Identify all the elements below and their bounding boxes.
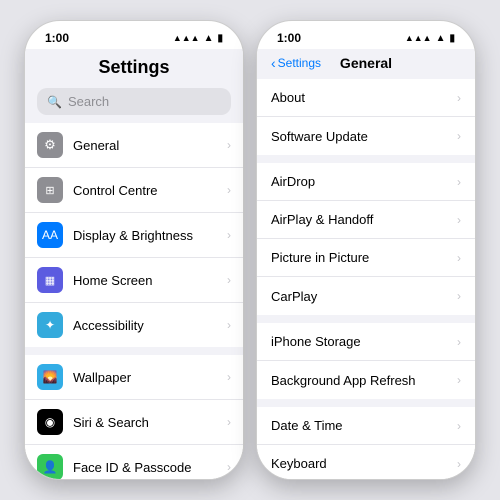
control-icon: ⊞ [37, 177, 63, 203]
phones-container: 1:00 ▲▲▲ ▲ ▮ Settings 🔍 Search ⚙ General… [14, 10, 486, 490]
settings-list: ⚙ General › ↙ ⊞ Control Centre › AA Disp… [25, 123, 243, 479]
airdrop-label: AirDrop [271, 174, 457, 189]
picture-label: Picture in Picture [271, 250, 457, 265]
faceid-icon: 👤 [37, 454, 63, 479]
general-header: ‹ Settings General [257, 49, 475, 79]
settings-group-2: 🌄 Wallpaper › ◉ Siri & Search › 👤 Face I… [25, 355, 243, 479]
general-row-keyboard[interactable]: Keyboard › [257, 445, 475, 479]
display-chevron: › [227, 228, 231, 242]
general-list: About › Software Update › AirDrop › [257, 79, 475, 479]
home-chevron: › [227, 273, 231, 287]
accessibility-chevron: › [227, 318, 231, 332]
right-phone: 1:00 ▲▲▲ ▲ ▮ ‹ Settings General About [256, 20, 476, 480]
signal-icon: ▲▲▲ [173, 33, 200, 43]
general-row-about[interactable]: About › [257, 79, 475, 117]
left-status-bar: 1:00 ▲▲▲ ▲ ▮ [25, 21, 243, 49]
datetime-label: Date & Time [271, 418, 457, 433]
home-label: Home Screen [73, 273, 227, 288]
left-status-icons: ▲▲▲ ▲ ▮ [173, 33, 223, 44]
general-row-carplay[interactable]: CarPlay › [257, 277, 475, 315]
general-row-backgroundapp[interactable]: Background App Refresh › [257, 361, 475, 399]
general-row-picture[interactable]: Picture in Picture › [257, 239, 475, 277]
iphonestorage-chevron: › [457, 335, 461, 349]
general-row-softwareupdate[interactable]: Software Update › [257, 117, 475, 155]
keyboard-label: Keyboard [271, 456, 457, 471]
settings-row-accessibility[interactable]: ✦ Accessibility › [25, 303, 243, 347]
display-label: Display & Brightness [73, 228, 227, 243]
accessibility-label: Accessibility [73, 318, 227, 333]
settings-group-1: ⚙ General › ↙ ⊞ Control Centre › AA Disp… [25, 123, 243, 347]
search-icon: 🔍 [47, 95, 62, 109]
general-row-airplay[interactable]: AirPlay & Handoff › [257, 201, 475, 239]
general-chevron: › [227, 138, 231, 152]
control-label: Control Centre [73, 183, 227, 198]
wallpaper-label: Wallpaper [73, 370, 227, 385]
settings-row-display[interactable]: AA Display & Brightness › [25, 213, 243, 258]
settings-row-control[interactable]: ⊞ Control Centre › [25, 168, 243, 213]
back-chevron-icon: ‹ [271, 55, 276, 71]
display-icon: AA [37, 222, 63, 248]
general-group-3: iPhone Storage › Background App Refresh … [257, 323, 475, 399]
left-time: 1:00 [45, 31, 69, 45]
wifi-icon: ▲ [204, 33, 214, 44]
general-group-4: Date & Time › Keyboard › Fonts › Languag… [257, 407, 475, 479]
general-row-iphonestorage[interactable]: iPhone Storage › [257, 323, 475, 361]
wallpaper-icon: 🌄 [37, 364, 63, 390]
left-phone: 1:00 ▲▲▲ ▲ ▮ Settings 🔍 Search ⚙ General… [24, 20, 244, 480]
search-placeholder: Search [68, 94, 109, 109]
right-signal-icon: ▲▲▲ [405, 33, 432, 43]
siri-icon: ◉ [37, 409, 63, 435]
airdrop-chevron: › [457, 175, 461, 189]
general-row-datetime[interactable]: Date & Time › [257, 407, 475, 445]
about-chevron: › [457, 91, 461, 105]
keyboard-chevron: › [457, 457, 461, 471]
siri-chevron: › [227, 415, 231, 429]
settings-row-general[interactable]: ⚙ General › ↙ [25, 123, 243, 168]
backgroundapp-chevron: › [457, 373, 461, 387]
search-bar[interactable]: 🔍 Search [37, 88, 231, 115]
airplay-chevron: › [457, 213, 461, 227]
siri-label: Siri & Search [73, 415, 227, 430]
faceid-label: Face ID & Passcode [73, 460, 227, 475]
faceid-chevron: › [227, 460, 231, 474]
softwareupdate-chevron: › [457, 129, 461, 143]
settings-title: Settings [25, 49, 243, 84]
picture-chevron: › [457, 251, 461, 265]
general-title: General [340, 55, 392, 71]
iphonestorage-label: iPhone Storage [271, 334, 457, 349]
right-time: 1:00 [277, 31, 301, 45]
settings-row-siri[interactable]: ◉ Siri & Search › [25, 400, 243, 445]
settings-row-faceid[interactable]: 👤 Face ID & Passcode › [25, 445, 243, 479]
general-group-2: AirDrop › AirPlay & Handoff › Picture in… [257, 163, 475, 315]
right-wifi-icon: ▲ [436, 33, 446, 44]
settings-row-wallpaper[interactable]: 🌄 Wallpaper › [25, 355, 243, 400]
right-status-bar: 1:00 ▲▲▲ ▲ ▮ [257, 21, 475, 49]
general-row-airdrop[interactable]: AirDrop › [257, 163, 475, 201]
softwareupdate-label: Software Update [271, 129, 457, 144]
carplay-label: CarPlay [271, 289, 457, 304]
about-label: About [271, 90, 457, 105]
settings-row-home[interactable]: ▦ Home Screen › [25, 258, 243, 303]
backgroundapp-label: Background App Refresh [271, 373, 457, 388]
general-label: General [73, 138, 227, 153]
back-label: Settings [278, 56, 321, 70]
general-icon: ⚙ [37, 132, 63, 158]
left-screen: Settings 🔍 Search ⚙ General › ↙ ⊞ [25, 49, 243, 479]
home-icon: ▦ [37, 267, 63, 293]
back-button[interactable]: ‹ Settings [271, 55, 321, 71]
general-group-1: About › Software Update › [257, 79, 475, 155]
datetime-chevron: › [457, 419, 461, 433]
right-screen: ‹ Settings General About › Software Upda… [257, 49, 475, 479]
accessibility-icon: ✦ [37, 312, 63, 338]
carplay-chevron: › [457, 289, 461, 303]
wallpaper-chevron: › [227, 370, 231, 384]
control-chevron: › [227, 183, 231, 197]
battery-icon: ▮ [217, 33, 223, 44]
right-status-icons: ▲▲▲ ▲ ▮ [405, 33, 455, 44]
airplay-label: AirPlay & Handoff [271, 212, 457, 227]
right-battery-icon: ▮ [449, 33, 455, 44]
